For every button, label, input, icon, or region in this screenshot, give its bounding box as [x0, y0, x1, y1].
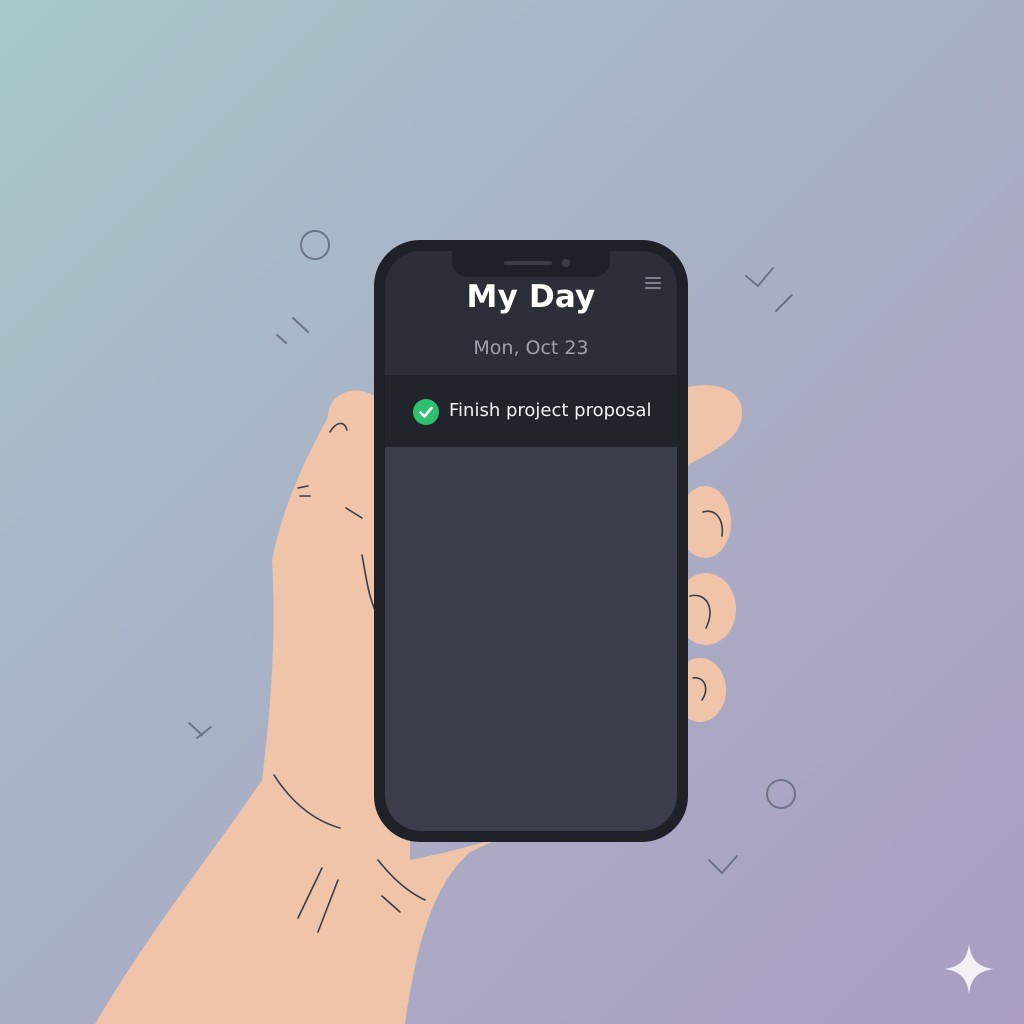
- task-label: Finish project proposal: [449, 400, 652, 421]
- speaker-grille: [504, 261, 552, 265]
- smartphone: My Day Mon, Oct 23 Finish project propos…: [374, 240, 688, 842]
- task-item[interactable]: Finish project proposal: [385, 375, 677, 447]
- doodle-dash: [292, 317, 309, 333]
- doodle-dash: [276, 334, 287, 344]
- doodle-check: [745, 267, 774, 288]
- sparkle-icon: [944, 944, 994, 994]
- doodle-check: [708, 855, 738, 875]
- phone-notch: [452, 251, 610, 277]
- doodle-dash: [188, 722, 203, 736]
- page-title: My Day: [466, 279, 596, 315]
- check-circle-icon[interactable]: [413, 399, 439, 425]
- front-camera: [562, 259, 570, 267]
- doodle-circle: [766, 779, 796, 809]
- doodle-circle: [300, 230, 330, 260]
- page-date: Mon, Oct 23: [473, 337, 589, 359]
- app-screen: My Day Mon, Oct 23 Finish project propos…: [385, 251, 677, 831]
- app-header: My Day Mon, Oct 23: [385, 251, 677, 375]
- doodle-dash: [775, 294, 793, 312]
